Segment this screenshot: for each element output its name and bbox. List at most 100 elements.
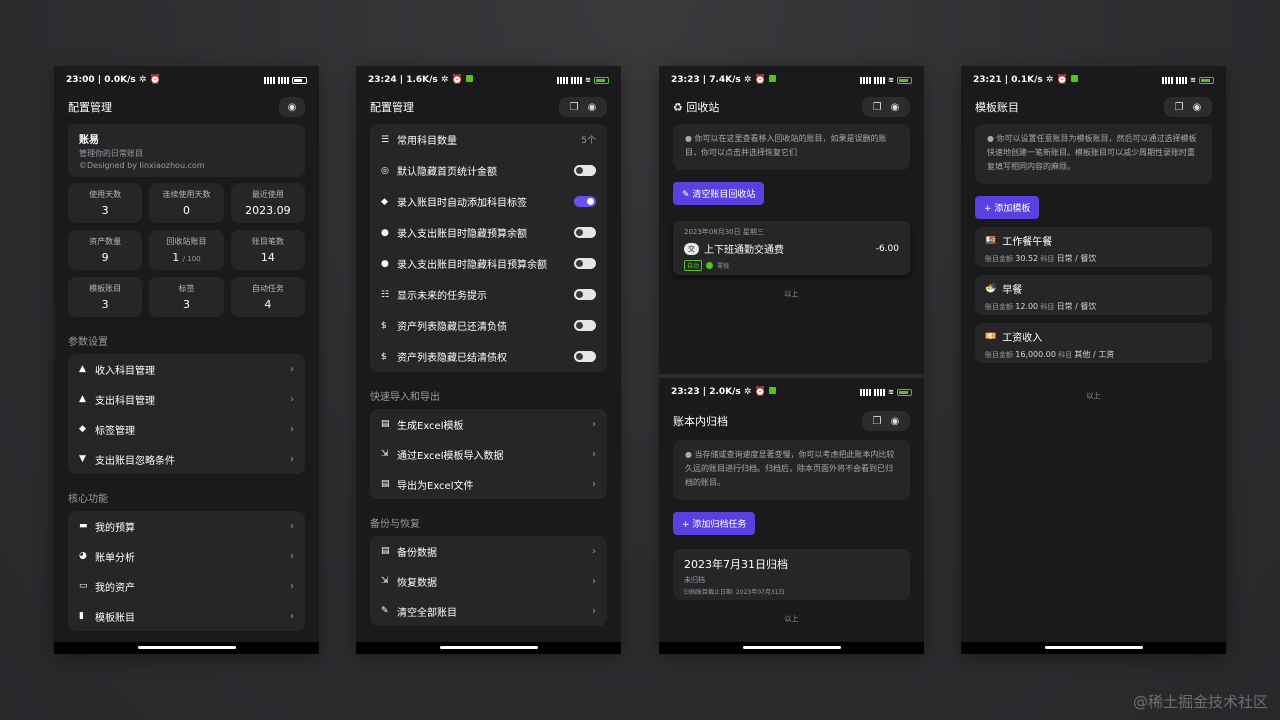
battery-icon xyxy=(897,388,912,396)
archive-item-card[interactable]: 2023年7月31日归档 未归档 归档账目截止日期: 2023年07月31日 xyxy=(673,549,910,600)
row-restore[interactable]: ⇲ 恢复数据 › xyxy=(370,566,607,596)
row-ignore-rules[interactable]: ▼ 支出账目忽略条件 › xyxy=(68,444,305,474)
add-archive-button[interactable]: + 添加归档任务 xyxy=(673,512,756,535)
chevron-right-icon: › xyxy=(290,423,294,435)
toggle-switch[interactable] xyxy=(574,351,596,362)
signal-icon xyxy=(860,388,872,396)
row-toggle[interactable]: ☷ 显示未来的任务提示 xyxy=(370,279,607,310)
row-analysis[interactable]: ◕ 账单分析 › xyxy=(68,541,305,571)
row-export[interactable]: ▤ 导出为Excel文件 › xyxy=(370,469,607,499)
status-bar: 23:23 | 2.0K/s ✲ ⏰ ≋ xyxy=(659,378,924,406)
battery-icon xyxy=(594,76,609,84)
row-expense-category[interactable]: ▲ 支出科目管理 › xyxy=(68,384,305,414)
dollar-icon: $ xyxy=(381,351,387,362)
mini-capsule: ❐ ◉ xyxy=(862,411,910,431)
row-import[interactable]: ⇲ 通过Excel模板导入数据 › xyxy=(370,439,607,469)
page-header: 账本内归档 ❐ ◉ xyxy=(659,406,924,436)
row-toggle[interactable]: ◆ 录入账目时自动添加科目标签 xyxy=(370,186,607,217)
stat-card: 账目笔数 14 xyxy=(230,230,305,270)
page-header: ♻ 回收站 ❐ ◉ xyxy=(659,94,924,120)
clear-recycle-button[interactable]: ✎ 清空账目回收站 xyxy=(673,182,765,205)
wifi-icon: ≋ xyxy=(585,76,591,84)
template-item[interactable]: 🍜 早餐 账目金额 12.00 科目 日常 / 餐饮 xyxy=(975,275,1212,315)
wifi-icon: ≋ xyxy=(1190,76,1196,84)
phone-config-settings: 23:24 | 1.6K/s ✲ ⏰ ≋ 配置管理 ❐ ◉ ☰ 常用科目数量 5个 ◎… xyxy=(356,66,621,654)
phone-config-overview: 23:00 | 0.0K/s ✲ ⏰ 配置管理 ◉ 账易 管理你的日常账目 ©D… xyxy=(54,66,319,654)
chevron-right-icon: › xyxy=(290,550,294,562)
template-item[interactable]: 💴 工资收入 账目金额 16,000.00 科目 其他 / 工资 xyxy=(975,323,1212,363)
toggle-switch[interactable] xyxy=(574,258,596,269)
row-toggle[interactable]: $ 资产列表隐藏已结清债权 xyxy=(370,341,607,372)
home-indicator[interactable] xyxy=(439,646,538,649)
menu-icon[interactable]: ❐ xyxy=(1170,102,1188,113)
home-indicator[interactable] xyxy=(137,646,236,649)
mini-capsule[interactable]: ◉ xyxy=(279,97,305,117)
row-toggle[interactable]: ● 录入支出账目时隐藏科目预算余额 xyxy=(370,248,607,279)
section-title: 核心功能 xyxy=(68,494,108,505)
pie-chart-icon: ◕ xyxy=(79,551,87,561)
toggle-switch[interactable] xyxy=(574,289,596,300)
battery-icon xyxy=(897,76,912,84)
recycle-item-card[interactable]: 2023年08月30日 星期三 交上下班通勤交通费 -6.00 自动 零钱 xyxy=(673,221,910,275)
nav-bar xyxy=(54,642,319,654)
signal-icon xyxy=(874,76,886,84)
broom-icon: ✎ xyxy=(381,606,389,616)
add-template-button[interactable]: + 添加模板 xyxy=(975,196,1040,219)
row-assets[interactable]: ▭ 我的资产 › xyxy=(68,571,305,601)
row-templates[interactable]: ▮ 模板账目 › xyxy=(68,601,305,631)
row-toggle[interactable]: ● 录入支出账目时隐藏预算余额 xyxy=(370,217,607,248)
menu-icon[interactable]: ❐ xyxy=(565,102,583,113)
home-indicator[interactable] xyxy=(1044,646,1143,649)
menu-icon[interactable]: ❐ xyxy=(868,102,886,113)
settings-list: ☰ 常用科目数量 5个 ◎ 默认隐藏首页统计金额 ◆ 录入账目时自动添加科目标签 ● 录入… xyxy=(370,124,607,372)
menu-icon[interactable]: ❐ xyxy=(868,416,886,427)
row-toggle[interactable]: $ 资产列表隐藏已还清负债 xyxy=(370,310,607,341)
chevron-right-icon: › xyxy=(592,605,596,617)
chevron-right-icon: › xyxy=(290,453,294,465)
archive-screen: 23:23 | 2.0K/s ✲ ⏰ ≋ 账本内归档 ❐ ◉ ● 当存储或查询速度… xyxy=(659,378,924,624)
row-income-category[interactable]: ▲ 收入科目管理 › xyxy=(68,354,305,384)
shapes-icon: ▲ xyxy=(79,394,86,404)
chevron-right-icon: › xyxy=(290,520,294,532)
toggle-switch[interactable] xyxy=(574,196,596,207)
row-budget[interactable]: ▬ 我的预算 › xyxy=(68,511,305,541)
row-clear-all[interactable]: ✎ 清空全部账目 › xyxy=(370,596,607,626)
plus-icon: + xyxy=(984,204,992,214)
toggle-switch[interactable] xyxy=(574,165,596,176)
toggle-switch[interactable] xyxy=(574,227,596,238)
chevron-right-icon: › xyxy=(592,545,596,557)
chevron-right-icon: › xyxy=(592,478,596,490)
section-title: 备份与恢复 xyxy=(370,519,420,530)
close-target-icon[interactable]: ◉ xyxy=(283,102,301,113)
page-title: 配置管理 xyxy=(68,101,112,114)
close-target-icon[interactable]: ◉ xyxy=(1188,102,1206,113)
nav-bar xyxy=(356,642,621,654)
chevron-right-icon: › xyxy=(290,393,294,405)
template-item[interactable]: 🍱 工作餐午餐 账目金额 30.52 科目 日常 / 餐饮 xyxy=(975,227,1212,267)
row-tag-manage[interactable]: ◆ 标签管理 › xyxy=(68,414,305,444)
home-indicator[interactable] xyxy=(742,646,841,649)
row-toggle[interactable]: ◎ 默认隐藏首页统计金额 xyxy=(370,155,607,186)
signal-icon xyxy=(264,76,275,84)
close-target-icon[interactable]: ◉ xyxy=(886,416,904,427)
row-common-count[interactable]: ☰ 常用科目数量 5个 xyxy=(370,124,607,155)
status-bar: 23:00 | 0.0K/s ✲ ⏰ xyxy=(54,66,319,94)
battery-icon xyxy=(1199,76,1214,84)
close-target-icon[interactable]: ◉ xyxy=(583,102,601,113)
stat-card: 回收站账目 1 / 100 xyxy=(149,230,224,270)
checklist-icon: ☷ xyxy=(381,289,390,300)
app-notify-icon xyxy=(465,75,473,82)
row-backup[interactable]: ▤ 备份数据 › xyxy=(370,536,607,566)
toggle-switch[interactable] xyxy=(574,320,596,331)
row-gen-template[interactable]: ▤ 生成Excel模板 › xyxy=(370,409,607,439)
ledger-info-card[interactable]: 账易 管理你的日常账目 ©Designed by linxiaozhou.com xyxy=(68,124,305,177)
signal-icon xyxy=(874,388,886,396)
page-title: 模板账目 xyxy=(975,101,1019,114)
clipboard-icon: ▮ xyxy=(79,611,84,621)
end-of-list: 以上 xyxy=(784,615,799,623)
signal-icon xyxy=(860,76,872,84)
close-target-icon[interactable]: ◉ xyxy=(886,102,904,113)
status-bar: 23:23 | 7.4K/s ✲ ⏰ ≋ xyxy=(659,66,924,94)
signal-icon xyxy=(278,76,289,84)
shapes-icon: ▲ xyxy=(79,364,86,374)
